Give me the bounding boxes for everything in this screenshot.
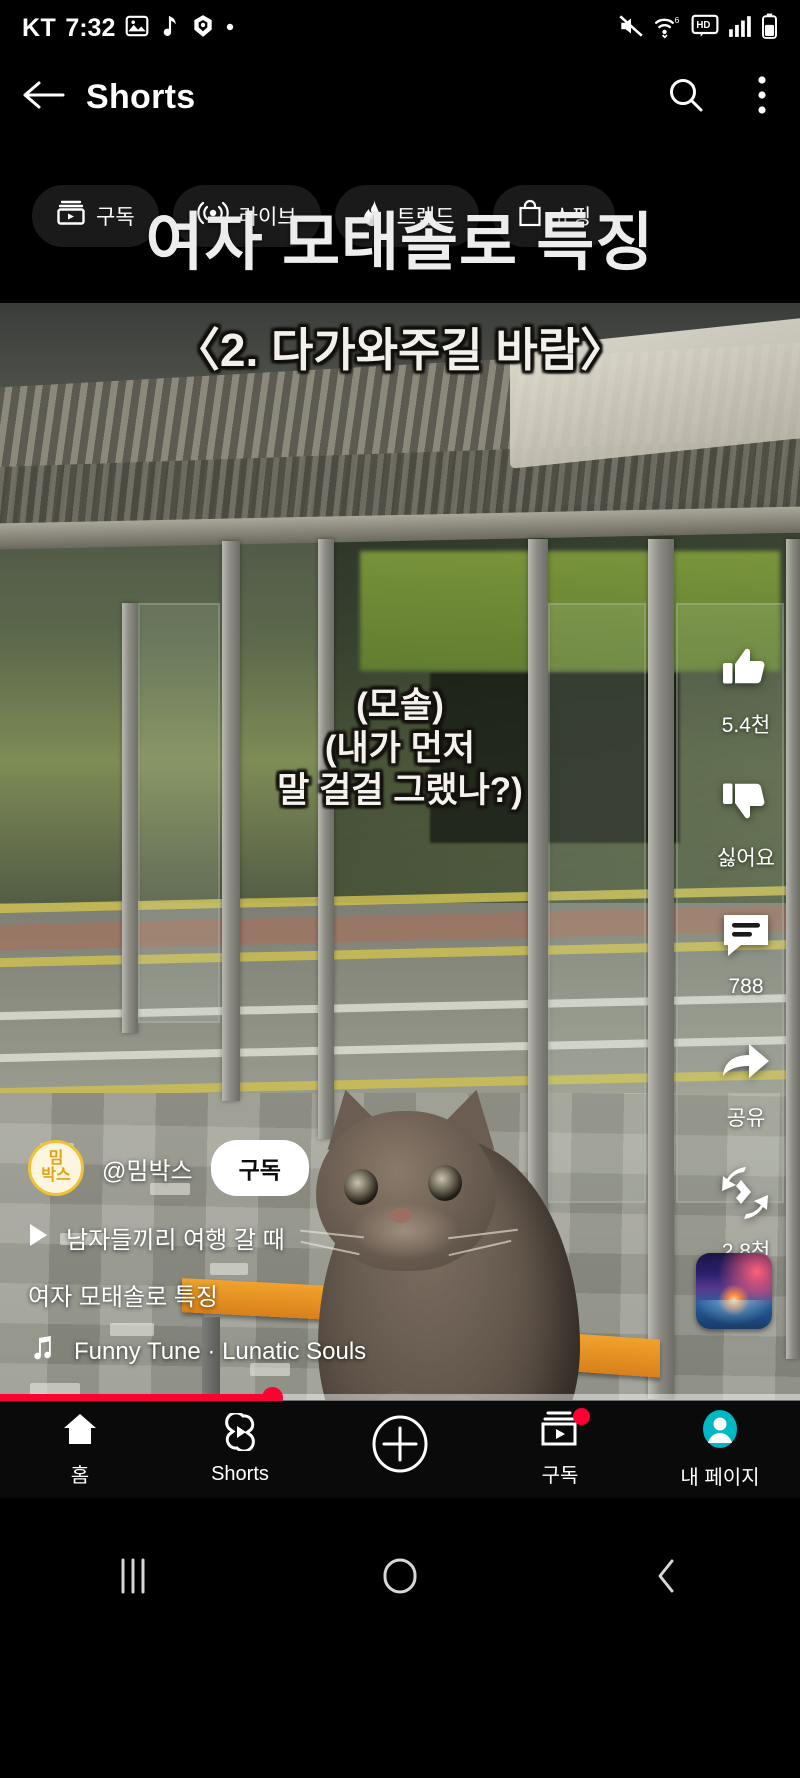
video-caption: (모솔) (내가 먼저 말 걸걸 그랬나?) xyxy=(0,685,800,813)
shorts-screen: KT 7:32 6 HD Shorts 구독 라이브 트렌드 쇼핑 여자 모태솔… xyxy=(0,0,800,1778)
page-title: Shorts xyxy=(86,77,196,116)
share-label: 공유 xyxy=(726,1107,766,1130)
back-button[interactable] xyxy=(0,77,86,118)
capsule-icon xyxy=(190,13,216,44)
status-bar-left: KT 7:32 xyxy=(22,13,235,44)
comment-button[interactable]: 788 xyxy=(719,906,773,999)
comment-count: 788 xyxy=(728,975,764,998)
nav-label: 홈 xyxy=(70,1465,90,1487)
scene-post-2 xyxy=(222,541,240,1101)
music-row[interactable]: Funny Tune · Lunatic Souls xyxy=(28,1334,772,1369)
album-art-wave xyxy=(696,1300,772,1329)
progress-fill xyxy=(0,1394,272,1401)
playlist-row[interactable]: 남자들끼리 여행 갈 때 xyxy=(28,1220,772,1255)
mute-icon xyxy=(617,13,645,44)
status-bar: KT 7:32 6 HD xyxy=(0,0,800,56)
playlist-label: 남자들끼리 여행 갈 때 xyxy=(66,1227,285,1254)
clock-label: 7:32 xyxy=(65,13,116,42)
nav-item-shorts[interactable]: Shorts xyxy=(160,1411,320,1486)
video-meta: 밈 박스 @밈박스 구독 남자들끼리 여행 갈 때 여자 모태솔로 특징 Fun… xyxy=(0,1140,800,1393)
scene-post-3 xyxy=(318,539,334,1139)
video-caption-line: (내가 먼저 xyxy=(324,728,476,768)
album-art-thumbnail[interactable] xyxy=(696,1253,772,1329)
android-recents-button[interactable] xyxy=(0,1556,267,1601)
svg-text:HD: HD xyxy=(696,20,710,31)
home-icon xyxy=(61,1411,99,1452)
like-count: 5.4천 xyxy=(721,714,771,737)
video-subtitle: 〈2. 다가와주길 바람〉 xyxy=(173,324,627,376)
video-caption-line: 말 걸걸 그랬나?) xyxy=(277,771,523,811)
music-label: Funny Tune · Lunatic Souls xyxy=(74,1337,367,1365)
recents-icon xyxy=(117,1556,149,1601)
more-options-button[interactable] xyxy=(724,74,800,121)
status-bar-right: 6 HD xyxy=(617,13,778,44)
back-arrow-icon xyxy=(21,77,65,118)
avatar[interactable]: 밈 박스 xyxy=(28,1140,84,1196)
thumbs-up-icon xyxy=(719,640,773,699)
nav-label: Shorts xyxy=(211,1463,269,1485)
like-button[interactable]: 5.4천 xyxy=(719,640,773,739)
dot-icon xyxy=(225,19,235,37)
svg-text:6: 6 xyxy=(674,14,679,24)
more-vertical-icon xyxy=(756,74,768,121)
image-icon xyxy=(124,13,150,44)
battery-icon xyxy=(761,13,778,44)
subscribe-button[interactable]: 구독 xyxy=(210,1140,309,1196)
nav-item-my-page[interactable]: 내 페이지 xyxy=(640,1409,800,1490)
app-header: Shorts xyxy=(0,56,800,138)
music-note-icon xyxy=(159,13,181,44)
video-title: 여자 모태솔로 특징 xyxy=(28,1284,218,1311)
share-arrow-icon xyxy=(719,1033,773,1092)
notification-badge xyxy=(573,1408,590,1425)
bottom-navigation: 홈 Shorts 구독 내 페이지 xyxy=(0,1401,800,1498)
share-button[interactable]: 공유 xyxy=(719,1033,773,1132)
scene-post-1 xyxy=(122,603,138,1033)
nav-item-create[interactable] xyxy=(320,1415,480,1485)
dislike-label: 싫어요 xyxy=(717,847,775,870)
avatar-line-1: 밈 xyxy=(48,1150,64,1168)
video-caption-line: (모솔) xyxy=(356,686,444,725)
shorts-icon xyxy=(221,1411,259,1456)
video-title-row[interactable]: 여자 모태솔로 특징 xyxy=(28,1277,772,1312)
wifi-6-icon: 6 xyxy=(654,13,682,44)
channel-row: 밈 박스 @밈박스 구독 xyxy=(28,1140,772,1196)
search-button[interactable] xyxy=(648,75,724,120)
comment-icon xyxy=(719,906,773,965)
hd-icon: HD xyxy=(691,14,719,43)
android-navigation-bar xyxy=(0,1498,800,1778)
video-progress-bar[interactable] xyxy=(0,1387,800,1408)
home-circle-icon xyxy=(381,1556,419,1601)
nav-label: 내 페이지 xyxy=(680,1467,760,1489)
nav-item-home[interactable]: 홈 xyxy=(0,1411,160,1488)
play-triangle-icon xyxy=(28,1222,50,1253)
nav-item-subscriptions[interactable]: 구독 xyxy=(480,1408,640,1488)
avatar-line-2: 박스 xyxy=(41,1167,71,1184)
search-icon xyxy=(666,75,706,120)
thumbs-down-icon xyxy=(719,773,773,832)
back-chevron-icon xyxy=(654,1556,680,1601)
android-back-button[interactable] xyxy=(533,1556,800,1601)
signal-bars-icon xyxy=(728,14,752,43)
overlay-title: 여자 모태솔로 특징 xyxy=(145,208,655,278)
create-plus-icon xyxy=(371,1415,429,1478)
account-avatar-icon xyxy=(700,1409,740,1454)
carrier-label: KT xyxy=(22,13,57,42)
channel-handle[interactable]: @밈박스 xyxy=(102,1151,193,1186)
android-home-button[interactable] xyxy=(267,1556,534,1601)
nav-label: 구독 xyxy=(541,1465,579,1487)
music-note-icon xyxy=(28,1334,58,1369)
dislike-button[interactable]: 싫어요 xyxy=(717,773,775,872)
